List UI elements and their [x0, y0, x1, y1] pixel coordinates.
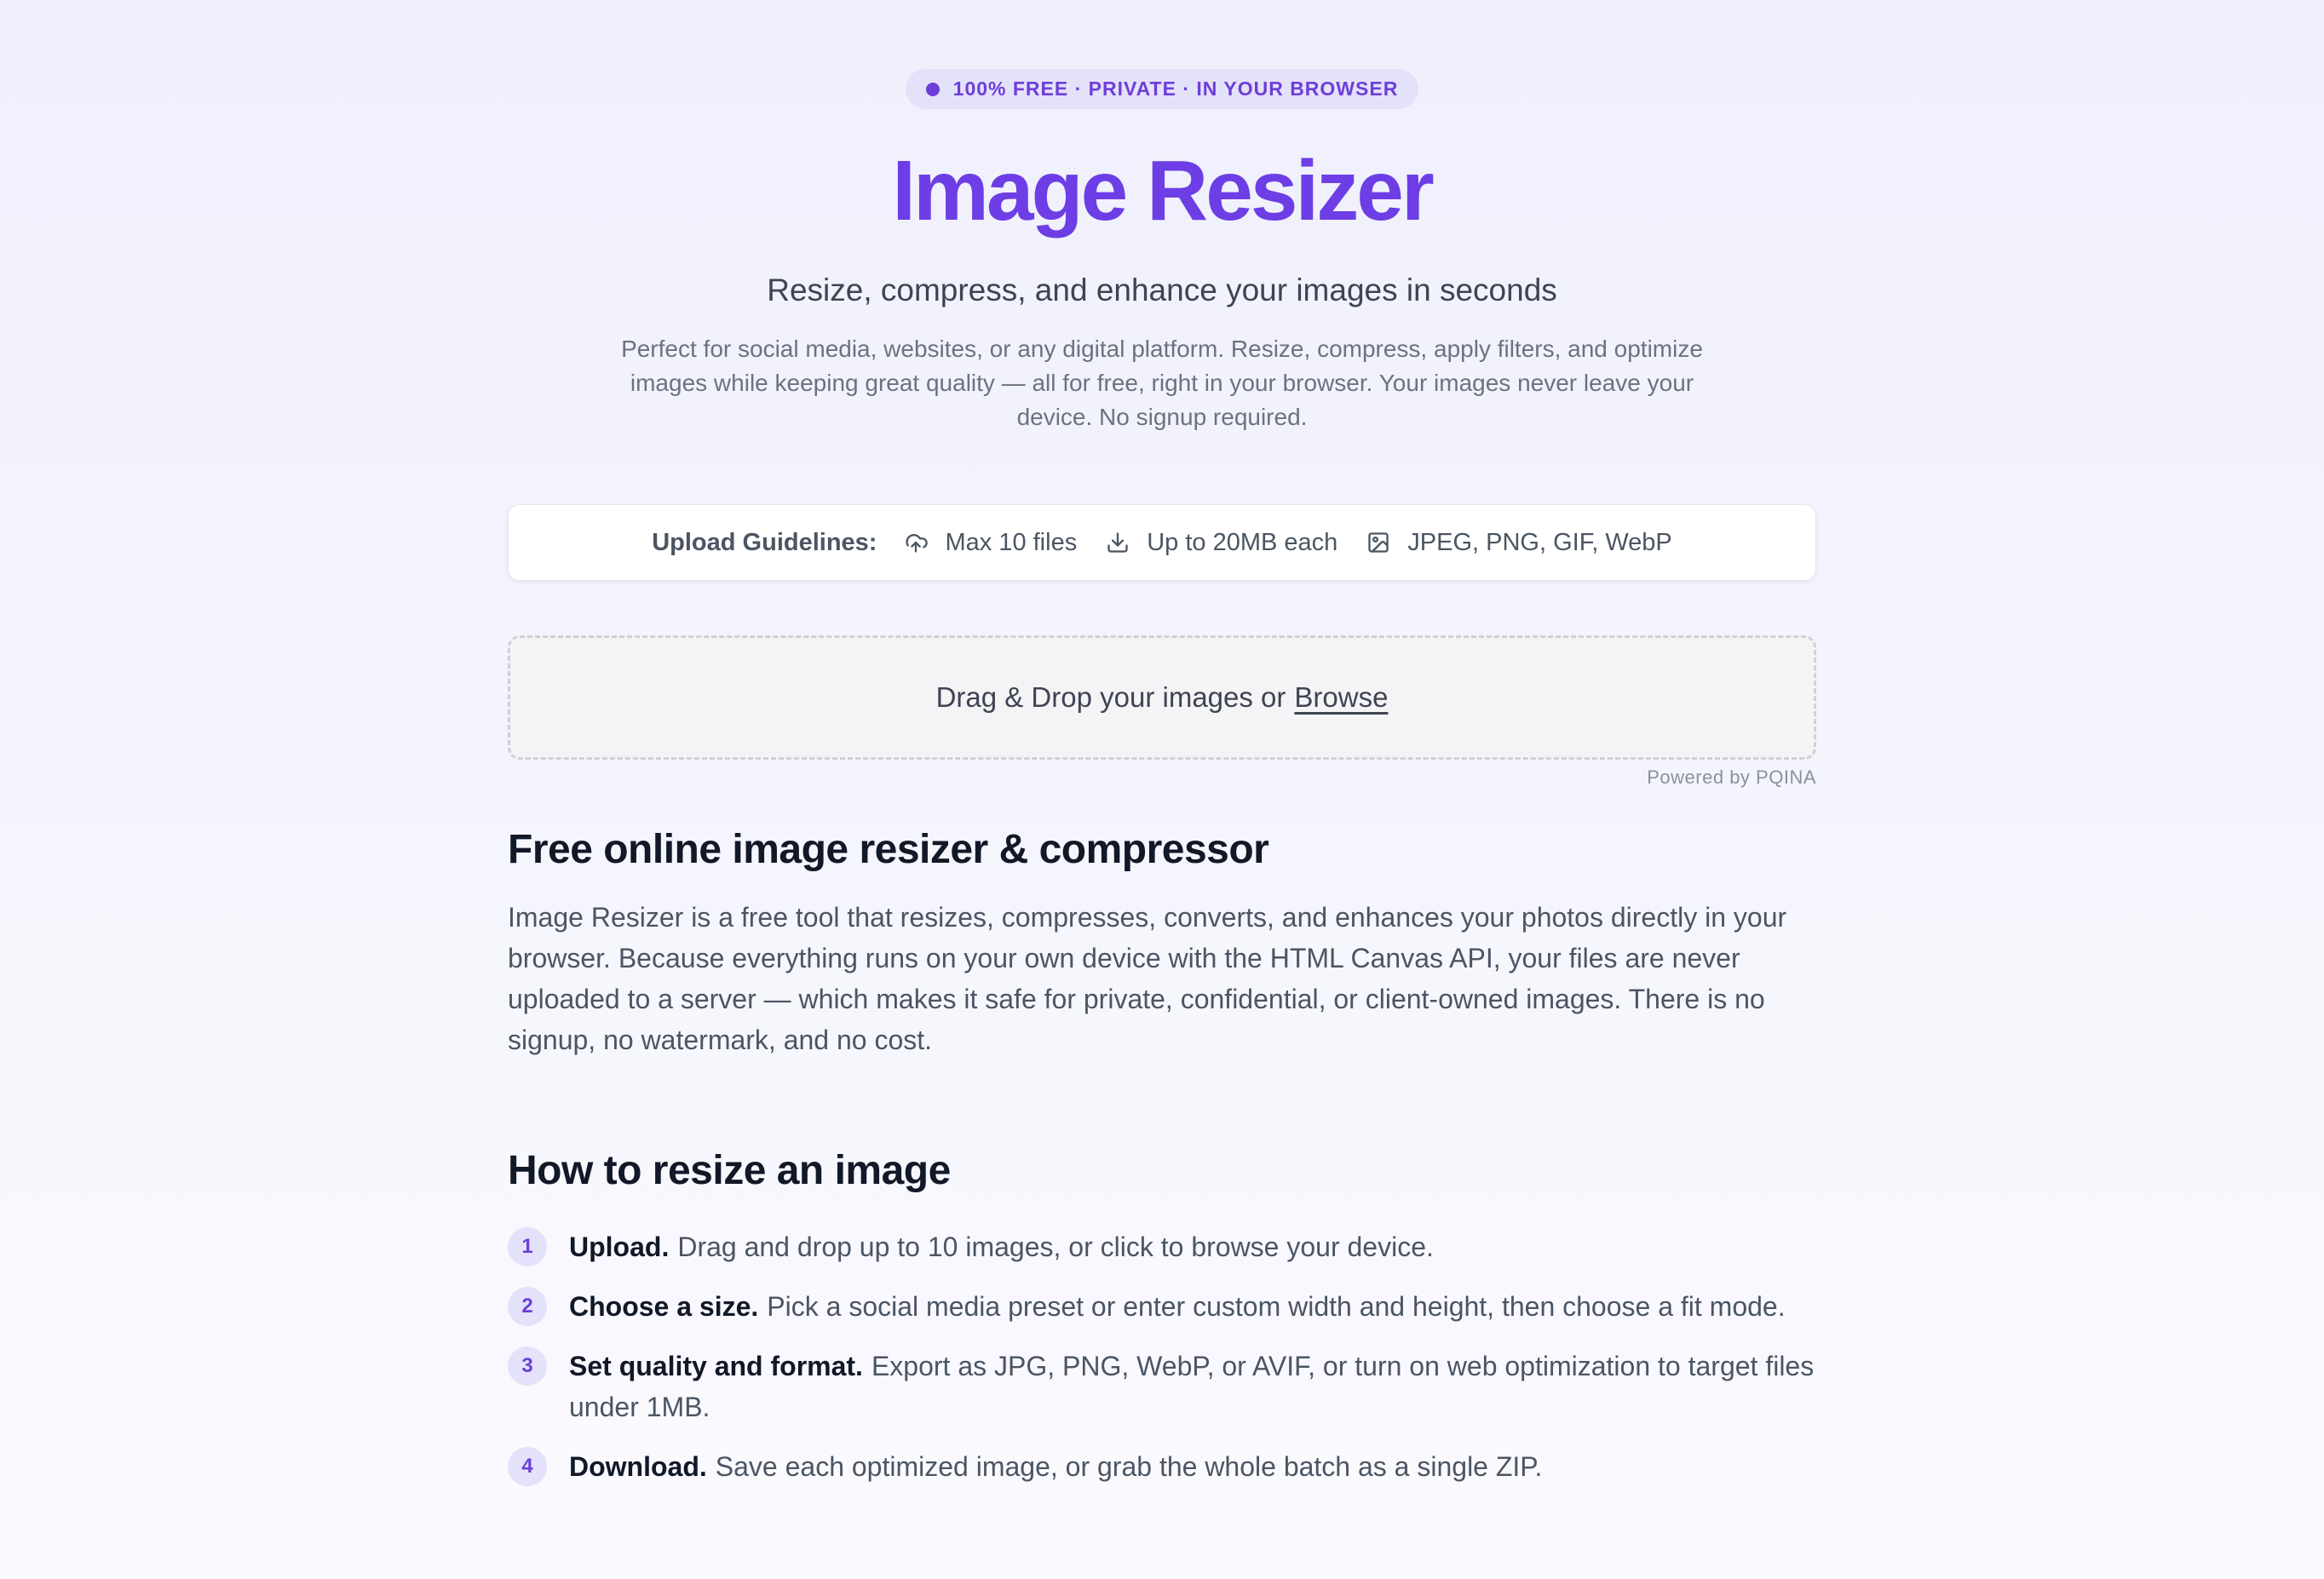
hero: 100% FREE · PRIVATE · IN YOUR BROWSER Im…: [508, 0, 1816, 434]
upload-guidelines-label: Upload Guidelines:: [652, 528, 877, 556]
feature-badge-label: 100% FREE · PRIVATE · IN YOUR BROWSER: [952, 78, 1399, 100]
step-title: Choose a size.: [569, 1291, 759, 1322]
page-description: Perfect for social media, websites, or a…: [621, 336, 1703, 430]
guideline-formats: JPEG, PNG, GIF, WebP: [1366, 529, 1672, 557]
about-text: Image Resizer is a free tool that resize…: [508, 902, 1787, 1055]
guideline-formats-label: JPEG, PNG, GIF, WebP: [1407, 528, 1672, 556]
step-text: Drag and drop up to 10 images, or click …: [677, 1232, 1434, 1262]
list-item: 1 Upload. Drag and drop up to 10 images, …: [508, 1226, 1816, 1267]
dropzone-text: Drag & Drop your images or: [935, 681, 1286, 713]
about-title: Free online image resizer & compressor: [508, 827, 1269, 872]
step-number: 2: [508, 1287, 547, 1326]
step-body: Download. Save each optimized image, or g…: [569, 1446, 1816, 1487]
list-item: 2 Choose a size. Pick a social media pres…: [508, 1286, 1816, 1327]
powered-by: Powered by PQINA: [1647, 767, 1816, 788]
page: 100% FREE · PRIVATE · IN YOUR BROWSER Im…: [0, 0, 2324, 1579]
guideline-max-files: Max 10 files: [904, 529, 1077, 557]
steps-list: 1 Upload. Drag and drop up to 10 images, …: [508, 1226, 1816, 1487]
cloud-upload-icon: [906, 534, 929, 553]
step-number: 3: [508, 1346, 547, 1386]
list-item: 3 Set quality and format. Export as JPG, …: [508, 1346, 1816, 1427]
page-title: Image Resizer: [892, 143, 1435, 238]
step-body: Upload. Drag and drop up to 10 images, or…: [569, 1226, 1816, 1267]
list-item: 4 Download. Save each optimized image, or…: [508, 1446, 1816, 1487]
guideline-file-size-label: Up to 20MB each: [1147, 528, 1338, 556]
guideline-file-size: Up to 20MB each: [1106, 529, 1337, 557]
step-number: 4: [508, 1447, 547, 1486]
dot-icon: [925, 82, 940, 96]
main-content: Upload Guidelines: Max 10 files Up to 20…: [508, 504, 1816, 1487]
howto-title: How to resize an image: [508, 1148, 951, 1193]
upload-guidelines-bar: Upload Guidelines: Max 10 files Up to 20…: [508, 504, 1816, 581]
step-body: Set quality and format. Export as JPG, PN…: [569, 1346, 1816, 1427]
download-icon: [1107, 532, 1128, 553]
browse-link[interactable]: Browse: [1294, 681, 1388, 714]
step-body: Choose a size. Pick a social media preset…: [569, 1286, 1816, 1327]
step-title: Upload.: [569, 1232, 670, 1262]
step-number: 1: [508, 1227, 547, 1266]
page-subtitle: Resize, compress, and enhance your image…: [767, 273, 1557, 307]
step-text: Save each optimized image, or grab the w…: [715, 1451, 1543, 1482]
step-text: Pick a social media preset or enter cust…: [767, 1291, 1786, 1322]
step-title: Set quality and format.: [569, 1351, 863, 1381]
step-title: Download.: [569, 1451, 707, 1482]
guideline-max-files-label: Max 10 files: [945, 528, 1078, 556]
image-dropzone[interactable]: Drag & Drop your images or Browse: [508, 635, 1816, 760]
feature-badge: 100% FREE · PRIVATE · IN YOUR BROWSER: [905, 69, 1419, 109]
image-icon: [1368, 532, 1389, 553]
